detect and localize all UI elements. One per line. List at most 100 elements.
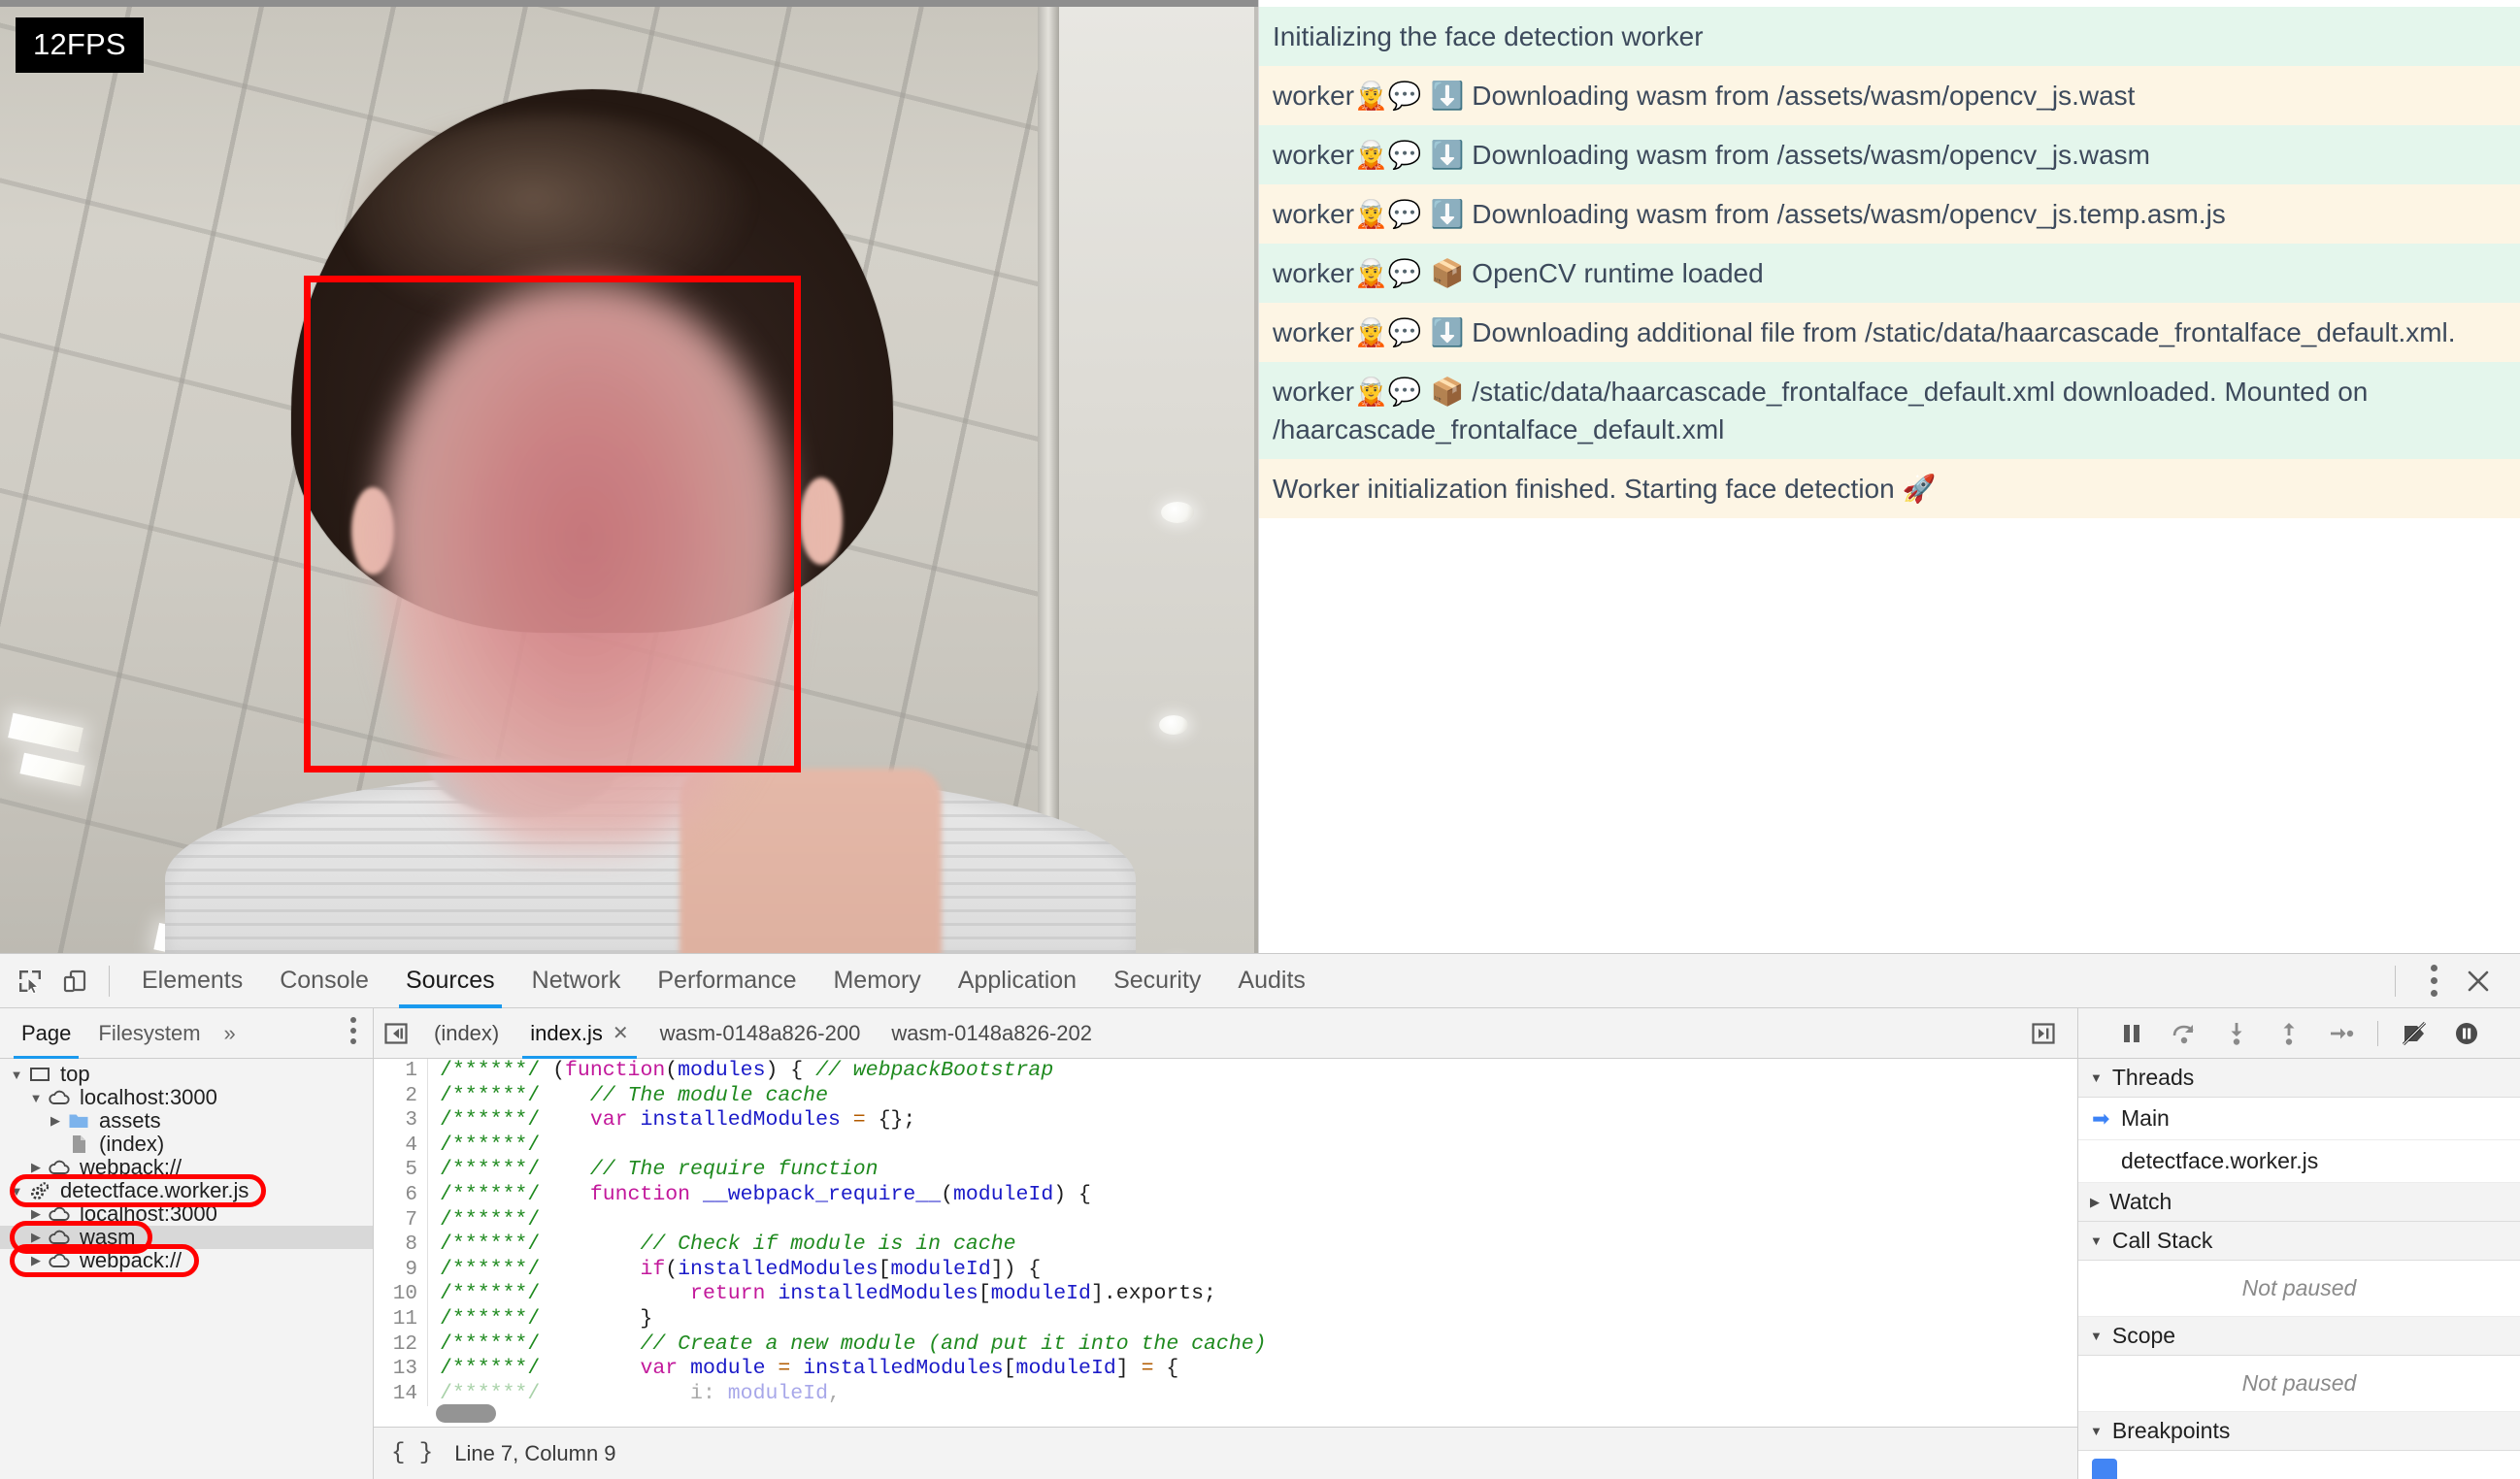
editor-tab[interactable]: wasm-0148a826-200 [645,1008,877,1059]
line-number[interactable]: 12 [374,1331,428,1358]
editor-tab[interactable]: index.js ✕ [514,1008,644,1059]
chevron-right-icon[interactable]: ▶ [47,1113,64,1129]
line-number[interactable]: 5 [374,1158,428,1183]
line-number[interactable]: 3 [374,1108,428,1134]
pretty-print-icon[interactable]: { } [391,1440,433,1466]
step-out-button[interactable] [2272,1017,2305,1050]
close-icon[interactable] [2458,961,2499,1002]
line-number[interactable]: 14 [374,1381,428,1407]
webcam-video-panel[interactable]: 12FPS [0,0,1258,953]
deactivate-breakpoints-button[interactable] [2398,1017,2431,1050]
chevron-down-icon[interactable]: ▼ [8,1068,25,1082]
file-tree-item[interactable]: ▶ assets [0,1108,373,1133]
navigator-kebab-menu-icon[interactable] [350,1017,373,1049]
debugger-section-header[interactable]: ▼ Scope [2078,1317,2520,1356]
file-tree-item[interactable]: ▼ top [0,1062,373,1086]
close-tab-icon[interactable]: ✕ [613,1021,629,1045]
navigator-overflow-button[interactable]: » [215,1021,246,1046]
file-tree-item[interactable]: ▼ detectface.worker.js [0,1178,373,1202]
step-button[interactable] [2325,1017,2358,1050]
code-line: 12/******/ // Create a new module (and p… [374,1331,2077,1358]
code-text[interactable]: /******/ var module = installedModules[m… [428,1357,1178,1382]
pause-script-button[interactable] [2115,1017,2148,1050]
show-navigator-icon[interactable] [374,1021,418,1046]
file-tree-label: top [60,1062,90,1086]
code-text[interactable]: /******/ [428,1134,540,1159]
line-number[interactable]: 7 [374,1207,428,1233]
file-tree-item[interactable]: ▶ localhost:3000 [0,1201,373,1226]
editor-tab[interactable]: (index) [418,1008,514,1059]
navigator-tab-page[interactable]: Page [8,1008,84,1059]
line-number[interactable]: 4 [374,1133,428,1159]
chevron-right-icon[interactable]: ▶ [27,1160,45,1175]
tab-performance[interactable]: Performance [639,954,814,1008]
code-text[interactable]: /******/ i: moduleId, [428,1382,841,1407]
chevron-right-icon[interactable]: ▶ [27,1230,45,1245]
cloud-icon [45,1086,74,1109]
file-tree-item[interactable]: ▶ webpack:// [0,1248,373,1272]
cloud-icon [45,1156,74,1179]
file-tree-item[interactable]: (index) [0,1132,373,1156]
navigator-tab-filesystem[interactable]: Filesystem [84,1008,214,1059]
code-text[interactable]: /******/ (function(modules) { // webpack… [428,1059,1053,1084]
detection-canvas[interactable] [0,7,1258,953]
code-text[interactable]: /******/ [428,1208,540,1233]
code-editor[interactable]: 1/******/ (function(modules) { // webpac… [374,1059,2077,1427]
code-text[interactable]: /******/ // Check if module is in cache [428,1232,1016,1258]
editor-tab[interactable]: wasm-0148a826-202 [876,1008,1108,1059]
debugger-section-header[interactable]: ▼ Call Stack [2078,1222,2520,1261]
tab-memory[interactable]: Memory [814,954,939,1008]
log-row: worker🧝💬 ⬇️ Downloading wasm from /asset… [1259,66,2520,125]
file-tree-item[interactable]: ▶ wasm [0,1225,373,1249]
tab-security[interactable]: Security [1095,954,1219,1008]
thread-item[interactable]: detectface.worker.js [2078,1140,2520,1183]
tab-console[interactable]: Console [261,954,387,1008]
file-tree-item[interactable]: ▶ webpack:// [0,1155,373,1179]
line-number[interactable]: 13 [374,1357,428,1382]
code-text[interactable]: /******/ function __webpack_require__(mo… [428,1183,1091,1208]
breakpoint-row[interactable] [2078,1451,2520,1479]
show-debugger-icon[interactable] [2021,1021,2066,1046]
chevron-down-icon: ▼ [2090,1329,2103,1343]
device-toolbar-icon[interactable] [54,961,95,1002]
horizontal-scrollbar-thumb[interactable] [436,1404,496,1423]
chevron-down-icon[interactable]: ▼ [27,1091,45,1105]
line-number[interactable]: 11 [374,1306,428,1332]
chevron-right-icon[interactable]: ▶ [27,1253,45,1268]
inspect-element-icon[interactable] [10,961,50,1002]
tab-audits[interactable]: Audits [1219,954,1323,1008]
line-number[interactable]: 1 [374,1059,428,1084]
code-text[interactable]: /******/ if(installedModules[moduleId]) … [428,1258,1041,1283]
thread-item[interactable]: ➡ Main [2078,1098,2520,1140]
debugger-section-header[interactable]: ▼ Threads [2078,1059,2520,1098]
code-text[interactable]: /******/ var installedModules = {}; [428,1108,915,1134]
line-number[interactable]: 2 [374,1083,428,1109]
line-number[interactable]: 6 [374,1182,428,1208]
line-number[interactable]: 9 [374,1257,428,1283]
file-tree[interactable]: ▼ top ▼ localhost:3000 ▶ assets (index) ▶ webpac… [0,1059,373,1479]
line-number[interactable]: 8 [374,1232,428,1258]
tab-sources[interactable]: Sources [387,954,514,1008]
tab-application[interactable]: Application [940,954,1095,1008]
tab-elements[interactable]: Elements [123,954,261,1008]
code-text[interactable]: /******/ } [428,1307,652,1332]
code-text[interactable]: /******/ // The module cache [428,1084,828,1109]
debugger-section-header[interactable]: ▶ Watch [2078,1183,2520,1222]
line-number[interactable]: 10 [374,1282,428,1307]
debugger-section-header[interactable]: ▼ Breakpoints [2078,1412,2520,1451]
pause-on-exceptions-button[interactable] [2450,1017,2483,1050]
code-text[interactable]: /******/ return installedModules[moduleI… [428,1282,1216,1307]
log-message: Downloading wasm from /assets/wasm/openc… [1472,140,2150,170]
chevron-down-icon[interactable]: ▼ [8,1184,25,1199]
document-icon [64,1133,93,1156]
breakpoint-checkbox[interactable] [2092,1459,2117,1479]
code-text[interactable]: /******/ // The require function [428,1158,879,1183]
step-into-button[interactable] [2220,1017,2253,1050]
code-text[interactable]: /******/ // Create a new module (and put… [428,1332,1267,1358]
tab-network[interactable]: Network [514,954,640,1008]
kebab-menu-icon[interactable] [2413,961,2454,1002]
file-tree-item[interactable]: ▼ localhost:3000 [0,1085,373,1109]
chevron-right-icon[interactable]: ▶ [27,1206,45,1222]
step-over-button[interactable] [2168,1017,2201,1050]
editor-tabs-right [2021,1021,2077,1046]
